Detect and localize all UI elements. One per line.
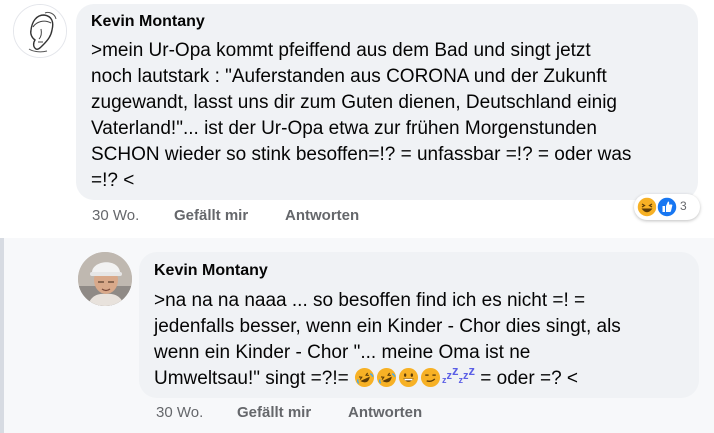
like-button[interactable]: Gefällt mir: [174, 207, 248, 224]
haha-icon: [636, 196, 658, 218]
reply-author[interactable]: Kevin Montany: [154, 262, 268, 280]
like-button[interactable]: Gefällt mir: [237, 404, 311, 421]
smirk-icon: [420, 367, 441, 388]
reaction-count: 3: [680, 199, 687, 213]
like-icon: [656, 196, 678, 218]
grin-icon: [398, 367, 419, 388]
comment-actions: 30 Wo. Gefällt mir Antworten: [92, 207, 492, 227]
zzz-icon: zzz: [458, 363, 476, 386]
comment-bubble: Kevin Montany >mein Ur-Opa kommt pfeiffe…: [76, 4, 698, 200]
rofl-icon: [376, 367, 397, 388]
reply-line: jedenfalls besser, wenn ein Kinder - Cho…: [154, 316, 621, 337]
comment-timestamp[interactable]: 30 Wo.: [92, 207, 139, 224]
sketch-face-avatar-image: [14, 5, 66, 57]
comment-author[interactable]: Kevin Montany: [91, 13, 205, 31]
comment-line: noch lautstark : "Auferstanden aus CORON…: [91, 66, 607, 87]
reply-timestamp[interactable]: 30 Wo.: [156, 404, 203, 421]
comment-line: >mein Ur-Opa kommt pfeiffend aus dem Bad…: [91, 40, 591, 61]
comment-line: zugewandt, lasst uns dir zum Guten diene…: [91, 92, 617, 113]
zzz-icon: zzz: [442, 363, 459, 386]
comment-line: Vaterland!"... ist der Ur-Opa etwa zur f…: [91, 118, 597, 139]
reply-line-text-start: Umweltsau!" singt =?!=: [154, 368, 355, 389]
reactions-summary[interactable]: 3: [634, 194, 700, 220]
thread-rail: [0, 238, 4, 433]
reply-bubble: Kevin Montany >na na na naaa ... so beso…: [139, 252, 699, 398]
comment-line: =!? <: [91, 170, 135, 191]
reply-line: wenn ein Kinder - Chor "... meine Oma is…: [154, 342, 531, 363]
reply-button[interactable]: Antworten: [285, 207, 359, 224]
reply-actions: 30 Wo. Gefällt mir Antworten: [156, 404, 556, 424]
comment-text: >mein Ur-Opa kommt pfeiffend aus dem Bad…: [91, 38, 631, 194]
rofl-icon: [354, 367, 375, 388]
avatar[interactable]: [13, 4, 67, 58]
reply-line: >na na na naaa ... so besoffen find ich …: [154, 290, 586, 311]
reply-line: Umweltsau!" singt =?!= zzzzzz = oder =? …: [154, 363, 621, 392]
reply-text: >na na na naaa ... so besoffen find ich …: [154, 288, 621, 392]
reply-button[interactable]: Antworten: [348, 404, 422, 421]
reply-line-text-end: = oder =? <: [475, 368, 579, 389]
avatar[interactable]: [78, 252, 132, 306]
comment-line: SCHON wieder so stink besoffen=!? = unfa…: [91, 144, 632, 165]
profile-photo-avatar-image: [78, 252, 132, 306]
